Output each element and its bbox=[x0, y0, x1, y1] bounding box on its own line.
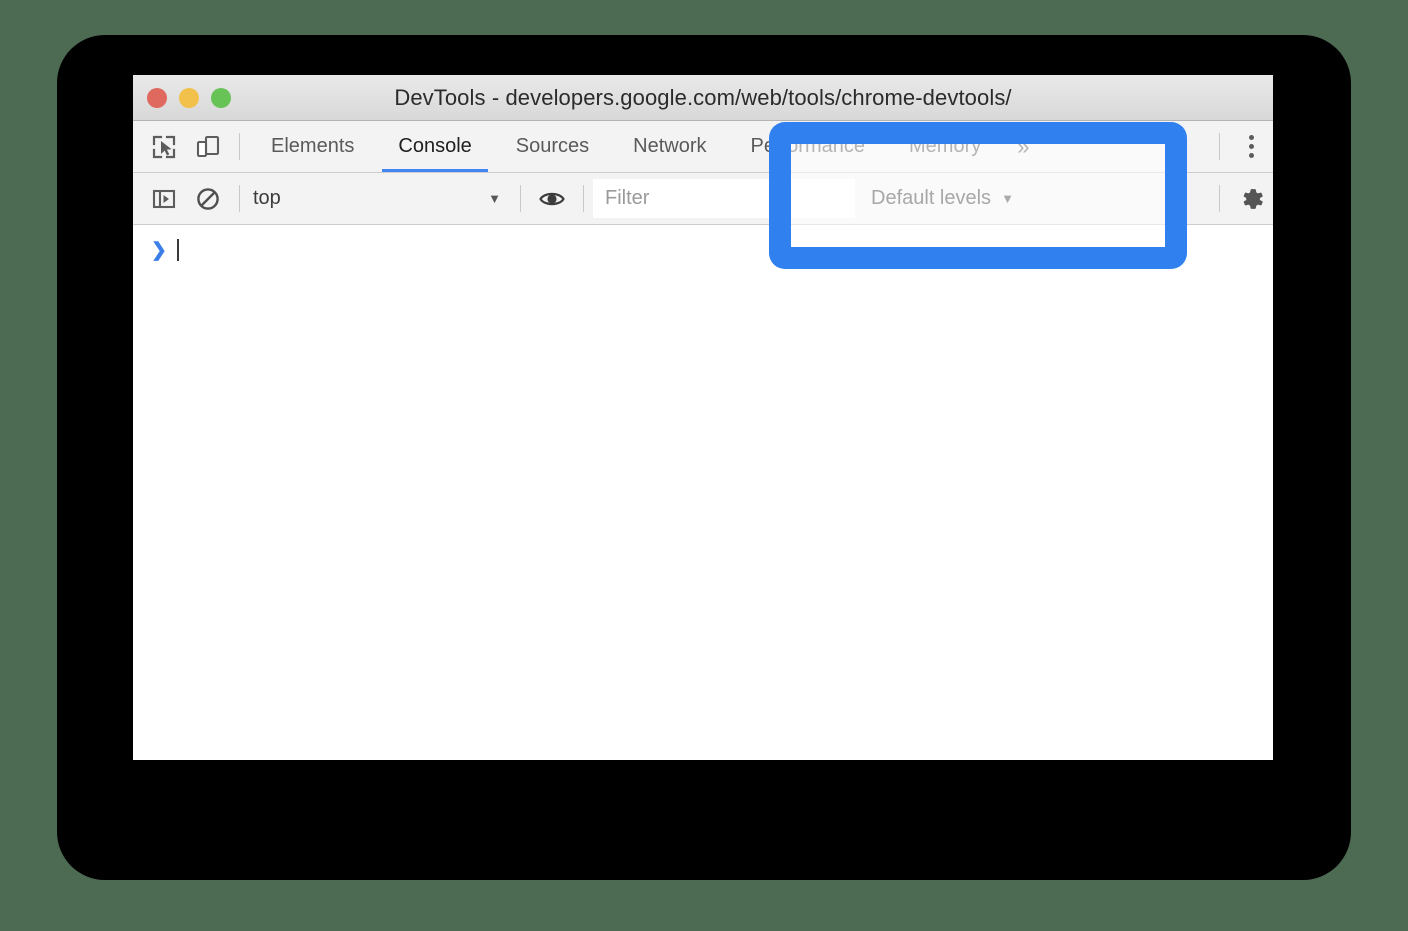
console-output-area[interactable]: ❯ bbox=[133, 225, 1273, 760]
inspect-element-icon bbox=[151, 134, 177, 160]
more-vertical-icon bbox=[1248, 135, 1254, 158]
console-filter-input[interactable] bbox=[593, 179, 855, 218]
console-toolbar-divider-2 bbox=[520, 185, 521, 212]
tab-label: Network bbox=[633, 135, 707, 157]
log-levels-label: Default levels bbox=[871, 187, 992, 209]
inspect-element-button[interactable] bbox=[142, 121, 186, 172]
console-sidebar-icon bbox=[151, 186, 177, 212]
devtools-window: DevTools - developers.google.com/web/too… bbox=[133, 75, 1273, 760]
tab-sources[interactable]: Sources bbox=[494, 121, 611, 172]
device-toolbar-button[interactable] bbox=[186, 121, 230, 172]
log-levels-selector[interactable]: Default levels ▼ bbox=[855, 173, 1028, 224]
window-titlebar: DevTools - developers.google.com/web/too… bbox=[133, 75, 1273, 121]
tab-label: Sources bbox=[515, 135, 590, 157]
tabbar-right-group bbox=[1210, 121, 1273, 172]
live-expression-eye-icon bbox=[538, 186, 566, 212]
minimize-window-button[interactable] bbox=[179, 87, 199, 108]
more-tabs-button[interactable]: » bbox=[1003, 121, 1043, 172]
tab-label: Memory bbox=[909, 135, 982, 157]
tab-label: Console bbox=[398, 135, 472, 157]
settings-button[interactable] bbox=[1229, 173, 1273, 224]
tab-memory[interactable]: Memory bbox=[887, 121, 1003, 172]
clear-console-button[interactable] bbox=[186, 173, 230, 224]
console-prompt-chevron-icon: ❯ bbox=[151, 239, 167, 261]
tabbar-divider-1 bbox=[239, 133, 240, 160]
tab-performance[interactable]: Performance bbox=[729, 121, 888, 172]
clear-console-icon bbox=[195, 186, 221, 212]
chevron-down-icon: ▼ bbox=[1001, 191, 1014, 206]
tabbar-divider-2 bbox=[1219, 133, 1220, 160]
console-toolbar-divider-4 bbox=[1219, 185, 1220, 212]
devtools-tabbar: Elements Console Sources Network Perform… bbox=[133, 121, 1273, 173]
console-text-caret bbox=[176, 239, 179, 261]
tab-label: Performance bbox=[750, 135, 866, 157]
console-prompt-row[interactable]: ❯ bbox=[151, 235, 1273, 265]
console-toolbar-right-group bbox=[1210, 173, 1273, 224]
execution-context-selector[interactable]: top ▼ bbox=[249, 173, 511, 224]
panel-tabs: Elements Console Sources Network Perform… bbox=[249, 121, 1210, 172]
chevron-down-icon: ▼ bbox=[488, 191, 501, 206]
console-toolbar-divider-1 bbox=[239, 185, 240, 212]
main-menu-button[interactable] bbox=[1229, 121, 1273, 172]
console-toolbar-divider-3 bbox=[583, 185, 584, 212]
live-expression-button[interactable] bbox=[530, 173, 574, 224]
tab-console[interactable]: Console bbox=[376, 121, 493, 172]
tab-elements[interactable]: Elements bbox=[249, 121, 376, 172]
window-title: DevTools - developers.google.com/web/too… bbox=[394, 84, 1012, 110]
tab-network[interactable]: Network bbox=[611, 121, 728, 172]
more-tabs-label: » bbox=[1017, 133, 1030, 159]
settings-gear-icon bbox=[1237, 185, 1265, 213]
traffic-lights bbox=[147, 75, 231, 120]
console-sidebar-toggle-button[interactable] bbox=[142, 173, 186, 224]
device-toolbar-icon bbox=[195, 134, 221, 160]
tab-label: Elements bbox=[271, 135, 355, 157]
zoom-window-button[interactable] bbox=[211, 87, 231, 108]
close-window-button[interactable] bbox=[147, 87, 167, 108]
execution-context-value: top bbox=[253, 187, 281, 209]
console-toolbar: top ▼ Default levels ▼ bbox=[133, 173, 1273, 225]
